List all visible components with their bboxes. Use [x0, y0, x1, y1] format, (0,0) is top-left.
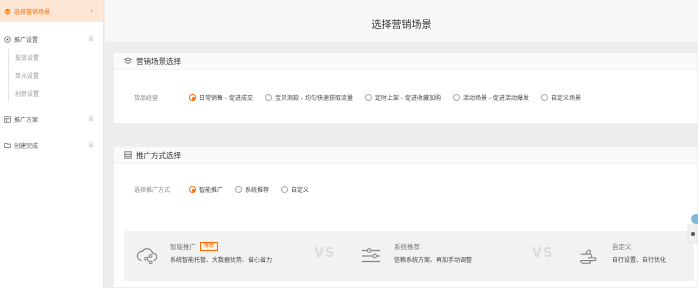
method-option-label: 自定义 — [291, 187, 310, 194]
scene-option-label: 活动场景 - 促进活动爆发 — [462, 95, 529, 102]
lock-icon — [88, 115, 94, 122]
scene-option-label: 自定义场景 — [550, 95, 581, 102]
mode-card-custom[interactable]: 自定义 自行设置、自行优化 — [578, 241, 666, 267]
sidebar-item-label: 推广方案 — [14, 116, 39, 124]
mode-description: 自行设置、自行优化 — [612, 257, 667, 264]
method-label: 选择推广方式 — [134, 187, 171, 194]
radio-icon — [540, 94, 548, 101]
mode-card-system[interactable]: 系统推荐 信赖系统方案、再加手动调整 — [360, 241, 472, 267]
sidebar-subitem-label: 投放设置 — [15, 54, 40, 62]
sidebar-subitem-label: 单元设置 — [15, 72, 40, 80]
table-icon — [4, 115, 11, 123]
method-panel: 推广方式选择 选择推广方式 智能推广 系统推荐 自定义 智能推广 推荐 系统智能… — [113, 146, 698, 288]
sidebar-item-select-scene[interactable]: 选择营销场景 › — [0, 0, 103, 22]
method-panel-heading: 推广方式选择 — [136, 150, 181, 160]
mode-description: 信赖系统方案、再加手动调整 — [394, 257, 473, 264]
method-options-row: 选择推广方式 智能推广 系统推荐 自定义 — [134, 185, 321, 194]
sidebar-subitem-label: 创意设置 — [15, 90, 40, 98]
radio-selected-icon — [189, 186, 196, 193]
layers-icon — [4, 8, 11, 15]
method-option-label: 系统推荐 — [245, 187, 270, 194]
method-option-custom[interactable]: 自定义 — [281, 185, 309, 194]
radio-icon — [452, 94, 460, 101]
scene-option-scheduled-launch[interactable]: 定时上架 - 促进收藏加购 — [364, 93, 441, 102]
sidebar-item-complete[interactable]: 创建完成 — [0, 136, 103, 154]
sidebar-item-label: 创建完成 — [14, 142, 39, 150]
folder-icon — [4, 142, 11, 148]
mode-description: 系统智能托管、大数据优势、省心省力 — [170, 257, 273, 264]
layers-icon — [124, 57, 132, 64]
lock-icon — [88, 35, 94, 42]
method-option-system[interactable]: 系统推荐 — [235, 185, 269, 194]
scene-option-label: 定时上架 - 促进收藏加购 — [374, 95, 441, 102]
sidebar-item-promo-plan[interactable]: 推广方案 — [0, 110, 103, 128]
recommend-badge: 推荐 — [200, 241, 219, 251]
hand-point-icon — [580, 249, 597, 264]
radio-selected-icon — [189, 94, 196, 101]
sidebar-subitem-delivery[interactable]: 投放设置 — [0, 48, 103, 66]
method-option-smart[interactable]: 智能推广 — [189, 185, 223, 194]
sidebar: 选择营销场景 › 推广设置 投放设置 单元设置 创意设置 推广方案 创建完成 — [0, 0, 104, 288]
method-comparison-box: 智能推广 推荐 系统智能托管、大数据优势、省心省力 VS 系统推荐 信赖系统方案、… — [124, 231, 694, 281]
sidebar-item-label: 推广设置 — [14, 36, 39, 44]
vs-divider: VS — [532, 246, 554, 261]
cloud-share-icon — [136, 248, 158, 265]
sidebar-item-promo-settings[interactable]: 推广设置 — [0, 30, 103, 48]
radio-icon — [235, 186, 243, 193]
scene-options-row: 货品经营 日常销售 - 促进成交 宝贝测款 - 均匀快速获取流量 定时上架 - … — [134, 93, 593, 102]
chevron-right-icon: › — [90, 7, 93, 15]
scene-panel-header: 营销场景选择 — [114, 53, 697, 70]
main-content: 选择营销场景 营销场景选择 货品经营 日常销售 - 促进成交 宝贝测款 - 均匀… — [105, 0, 698, 288]
mode-title: 系统推荐 — [394, 243, 420, 251]
page-title: 选择营销场景 — [105, 0, 698, 42]
scene-option-label: 日常销售 - 促进成交 — [199, 95, 253, 102]
radio-icon — [264, 94, 272, 101]
scene-option-label: 宝贝测款 - 均匀快速获取流量 — [274, 95, 353, 102]
sidebar-subitem-unit[interactable]: 单元设置 — [0, 66, 103, 84]
floating-assistant-icon[interactable] — [687, 213, 698, 244]
lock-icon — [88, 141, 94, 148]
scene-option-campaign[interactable]: 活动场景 - 促进活动爆发 — [452, 93, 529, 102]
mode-title: 自定义 — [612, 243, 632, 251]
method-option-label: 智能推广 — [199, 187, 224, 194]
mode-title: 智能推广 — [170, 243, 196, 251]
scene-option-daily-sales[interactable]: 日常销售 - 促进成交 — [189, 93, 253, 102]
mode-card-smart[interactable]: 智能推广 推荐 系统智能托管、大数据优势、省心省力 — [136, 241, 272, 267]
sidebar-subitem-creative[interactable]: 创意设置 — [0, 84, 103, 102]
table-icon — [124, 151, 132, 159]
scene-option-custom[interactable]: 自定义场景 — [540, 93, 581, 102]
sliders-icon — [361, 248, 381, 263]
radio-icon — [364, 94, 372, 101]
scene-panel: 营销场景选择 货品经营 日常销售 - 促进成交 宝贝测款 - 均匀快速获取流量 … — [113, 52, 698, 124]
vs-divider: VS — [314, 246, 336, 261]
gear-circle-icon — [4, 35, 11, 43]
method-panel-header: 推广方式选择 — [114, 147, 697, 164]
radio-icon — [281, 186, 289, 193]
scene-panel-heading: 营销场景选择 — [136, 56, 181, 66]
scene-option-test-item[interactable]: 宝贝测款 - 均匀快速获取流量 — [264, 93, 353, 102]
scene-label: 货品经营 — [134, 95, 159, 102]
sidebar-item-label: 选择营销场景 — [14, 8, 51, 16]
